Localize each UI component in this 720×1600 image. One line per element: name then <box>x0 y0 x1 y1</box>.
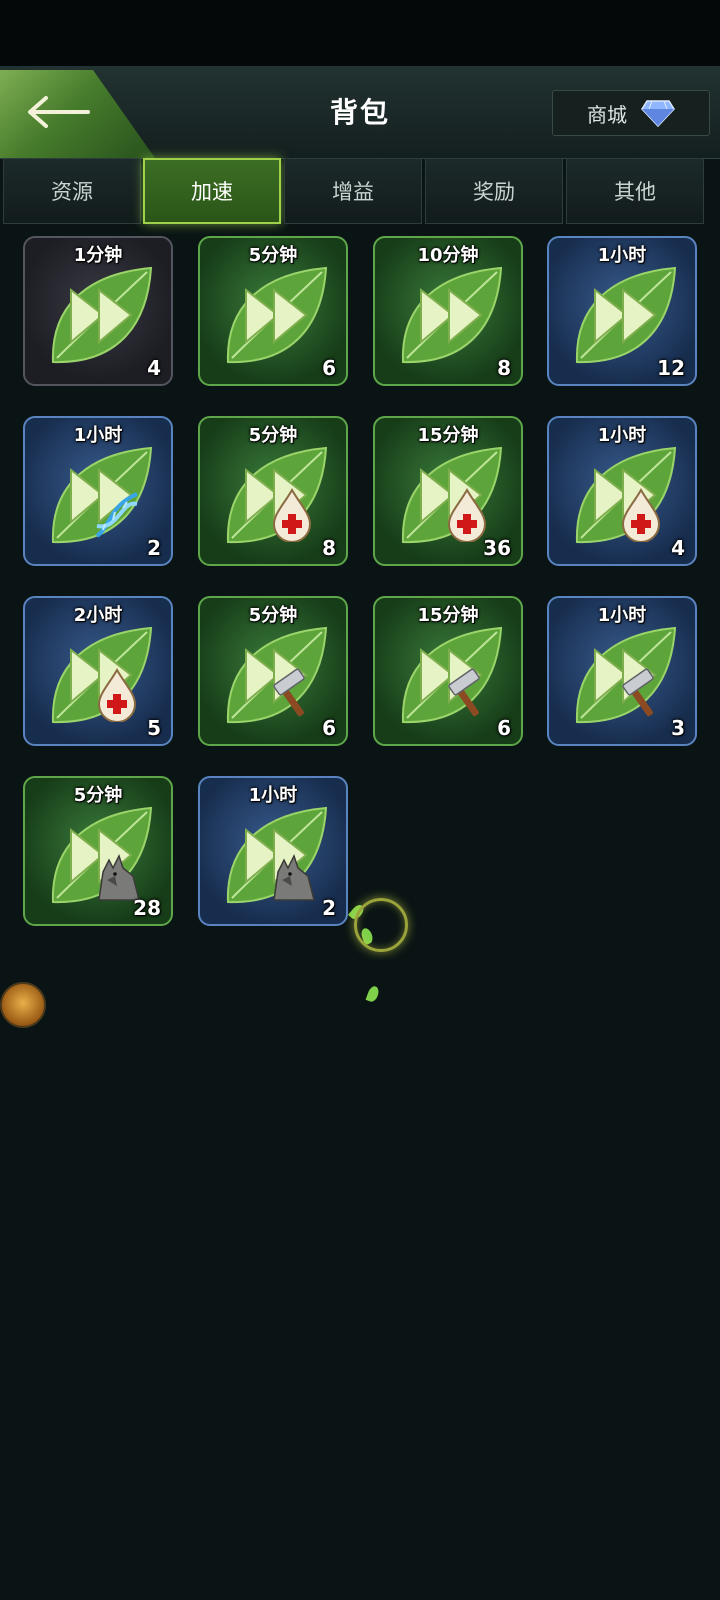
item-count: 12 <box>657 356 685 380</box>
tab-speedup[interactable]: 加速 <box>143 158 281 224</box>
hammer-icon <box>439 666 495 722</box>
item-count: 6 <box>322 356 336 380</box>
page-title: 背包 <box>329 96 390 129</box>
wolf-icon <box>89 846 145 902</box>
back-arrow-icon <box>28 96 90 128</box>
item-count: 2 <box>322 896 336 920</box>
tab-label: 增益 <box>332 180 374 204</box>
item-count: 28 <box>133 896 161 920</box>
speedup-item[interactable]: 1小时 4 <box>547 416 697 566</box>
dna-icon <box>89 486 145 542</box>
speedup-item[interactable]: 1小时 2 <box>23 416 173 566</box>
healing-drop-icon <box>264 486 320 543</box>
item-duration-label: 5分钟 <box>248 605 298 626</box>
tap-indicator-ring <box>354 898 408 952</box>
speedup-item[interactable]: 1分钟 4 <box>23 236 173 386</box>
item-duration-label: 2小时 <box>73 605 123 626</box>
shop-button[interactable]: 商城 <box>552 90 710 136</box>
speedup-item[interactable]: 15分钟 6 <box>373 596 523 746</box>
tab-buffs[interactable]: 增益 <box>284 158 422 224</box>
back-button[interactable] <box>12 80 102 144</box>
speedup-item[interactable]: 1小时 12 <box>547 236 697 386</box>
wolf-icon <box>264 846 320 902</box>
item-duration-label: 1小时 <box>597 245 647 266</box>
speedup-item[interactable]: 1小时 3 <box>547 596 697 746</box>
item-duration-label: 1小时 <box>248 785 298 806</box>
item-duration-label: 5分钟 <box>248 425 298 446</box>
item-duration-label: 1小时 <box>597 425 647 446</box>
item-count: 6 <box>322 716 336 740</box>
healing-drop-icon <box>613 486 669 543</box>
lion-avatar[interactable] <box>0 982 46 1028</box>
speedup-leaf-icon <box>218 260 332 370</box>
speedup-leaf-icon <box>393 260 507 370</box>
item-count: 36 <box>483 536 511 560</box>
tab-label: 奖励 <box>473 180 515 204</box>
speedup-item[interactable]: 2小时 5 <box>23 596 173 746</box>
item-count: 8 <box>322 536 336 560</box>
tab-rewards[interactable]: 奖励 <box>425 158 563 224</box>
speedup-item[interactable]: 5分钟 28 <box>23 776 173 926</box>
item-count: 3 <box>671 716 685 740</box>
diamond-icon <box>641 100 675 127</box>
item-duration-label: 15分钟 <box>417 425 479 446</box>
shop-label: 商城 <box>587 102 627 127</box>
tab-resources[interactable]: 资源 <box>3 158 141 224</box>
speedup-item[interactable]: 5分钟 6 <box>198 236 348 386</box>
item-duration-label: 15分钟 <box>417 605 479 626</box>
item-duration-label: 1小时 <box>597 605 647 626</box>
speedup-item[interactable]: 1小时 2 <box>198 776 348 926</box>
healing-drop-icon <box>89 666 145 723</box>
speedup-leaf-icon <box>567 260 681 370</box>
tab-label: 加速 <box>191 180 233 204</box>
tab-label: 其他 <box>614 180 656 204</box>
item-count: 4 <box>671 536 685 560</box>
item-duration-label: 1小时 <box>73 425 123 446</box>
status-bar <box>0 0 720 66</box>
leaf-particle <box>365 984 381 1004</box>
speedup-item[interactable]: 5分钟 6 <box>198 596 348 746</box>
item-duration-label: 5分钟 <box>248 245 298 266</box>
item-duration-label: 5分钟 <box>73 785 123 806</box>
item-duration-label: 10分钟 <box>417 245 479 266</box>
item-count: 8 <box>497 356 511 380</box>
healing-drop-icon <box>439 486 495 543</box>
item-count: 2 <box>147 536 161 560</box>
speedup-item[interactable]: 15分钟 36 <box>373 416 523 566</box>
speedup-leaf-icon <box>43 260 157 370</box>
tab-bar: 资源 加速 增益 奖励 其他 <box>0 158 720 226</box>
tab-label: 资源 <box>51 180 93 204</box>
speedup-item[interactable]: 5分钟 8 <box>198 416 348 566</box>
item-count: 5 <box>147 716 161 740</box>
tab-other[interactable]: 其他 <box>566 158 704 224</box>
hammer-icon <box>613 666 669 722</box>
item-count: 6 <box>497 716 511 740</box>
item-count: 4 <box>147 356 161 380</box>
item-duration-label: 1分钟 <box>73 245 123 266</box>
hammer-icon <box>264 666 320 722</box>
speedup-item[interactable]: 10分钟 8 <box>373 236 523 386</box>
